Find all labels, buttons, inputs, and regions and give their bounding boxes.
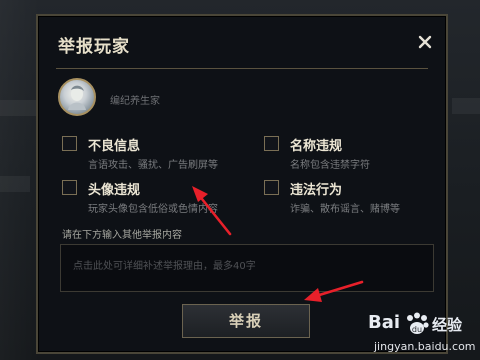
checkbox[interactable] [62, 136, 77, 151]
dialog-title: 举报玩家 [58, 37, 130, 57]
option-description: 玩家头像包含低俗或色情内容 [88, 204, 218, 215]
background-list-row [0, 100, 40, 116]
option-description: 名称包含违禁字符 [290, 160, 370, 171]
baidu-jingyan-watermark: Bai du 经验 jingyan.baidu.com [368, 312, 478, 358]
option-label: 违法行为 [290, 183, 343, 198]
background-list-row [0, 176, 30, 192]
close-icon[interactable] [416, 33, 434, 51]
watermark-url: jingyan.baidu.com [374, 340, 476, 353]
details-input[interactable]: 点击此处可详细补述举报理由，最多40字 [60, 244, 434, 292]
details-prompt: 请在下方输入其他举报内容 [62, 230, 182, 241]
option-label: 不良信息 [88, 139, 141, 154]
watermark-brand: Bai [368, 312, 401, 333]
option-description: 诈骗、散布谣言、赌博等 [290, 204, 400, 215]
checkbox[interactable] [264, 180, 279, 195]
checkbox[interactable] [62, 180, 77, 195]
option-label: 名称违规 [290, 139, 343, 154]
title-divider [56, 68, 428, 69]
paw-icon: du [407, 312, 429, 334]
option-description: 言语攻击、骚扰、广告刷屏等 [88, 160, 218, 171]
watermark-sub: 经验 [432, 316, 463, 334]
option-label: 头像违规 [88, 183, 141, 198]
svg-text:du: du [412, 325, 422, 334]
player-avatar-icon [58, 78, 96, 116]
submit-report-button[interactable]: 举报 [182, 304, 310, 338]
checkbox[interactable] [264, 136, 279, 151]
player-name: 编纪养生家 [110, 96, 160, 107]
report-player-dialog: 举报玩家 编纪养生家 不良信息 言语攻击、骚扰、广告刷屏等 名称违规 名称包含违… [36, 14, 448, 354]
background-list-row [452, 98, 480, 114]
